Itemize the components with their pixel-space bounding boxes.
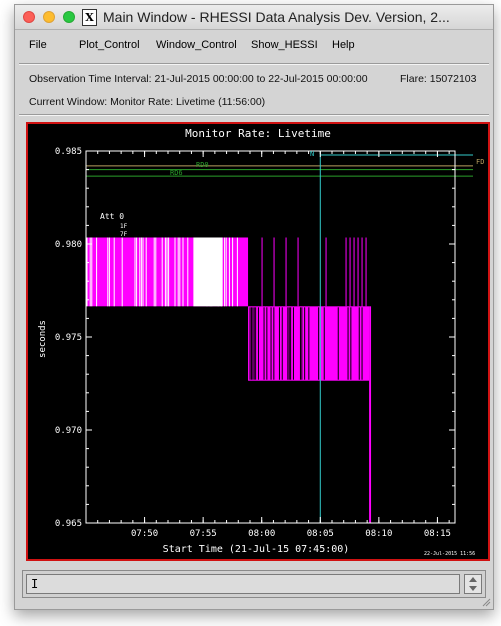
- menu-window-control[interactable]: Window_Control: [156, 39, 237, 51]
- chart-title: Monitor Rate: Livetime: [185, 127, 331, 140]
- plot-timestamp: 22-Jul-2015 11:56: [424, 551, 475, 557]
- x-tick-label: 08:15: [424, 529, 451, 539]
- y-tick-label: 0.975: [55, 333, 82, 343]
- att-1f-label: 1F: [120, 223, 128, 230]
- scroll-down-icon[interactable]: [469, 586, 477, 591]
- livetime-chart[interactable]: 0.965 0.970 0.975 0.980 0.985 07:50 07:55 08:00…: [28, 124, 488, 559]
- x11-icon: X: [82, 9, 97, 26]
- menu-bar: File Plot_Control Window_Control Show_HE…: [15, 37, 493, 55]
- resize-grip-icon[interactable]: [481, 597, 491, 607]
- x-tick-label: 07:50: [131, 529, 158, 539]
- current-window-label: Current Window: Monitor Rate: Livetime (…: [29, 96, 266, 108]
- livetime-band-2: [369, 306, 372, 523]
- x-tick-label: 08:05: [307, 529, 334, 539]
- scroll-up-icon[interactable]: [469, 577, 477, 582]
- command-scrollbar[interactable]: [464, 574, 482, 594]
- title-bar[interactable]: X Main Window - RHESSI Data Analysis Dev…: [15, 5, 493, 30]
- att-7f-label: 7F: [120, 231, 128, 238]
- menu-show-hessi[interactable]: Show_HESSI: [251, 39, 318, 51]
- y-tick-label: 0.965: [55, 519, 82, 529]
- x-axis-label: Start Time (21-Jul-15 07:45:00): [163, 544, 350, 555]
- rd6-label: RD6: [170, 169, 183, 177]
- minimize-button[interactable]: [43, 11, 55, 23]
- att-label: Att 0: [100, 212, 124, 221]
- close-button[interactable]: [23, 11, 35, 23]
- menu-help[interactable]: Help: [332, 39, 355, 51]
- plot-frame[interactable]: 0.965 0.970 0.975 0.980 0.985 07:50 07:55 08:00…: [26, 122, 490, 561]
- fd-label: FD: [476, 158, 484, 166]
- window-title: Main Window - RHESSI Data Analysis Dev. …: [103, 9, 450, 25]
- command-area: I: [22, 570, 486, 598]
- main-window: X Main Window - RHESSI Data Analysis Dev…: [14, 4, 494, 610]
- menu-plot-control[interactable]: Plot_Control: [79, 39, 140, 51]
- y-tick-label: 0.985: [55, 147, 82, 157]
- livetime-block: [193, 237, 223, 307]
- y-tick-label: 0.980: [55, 240, 82, 250]
- command-input[interactable]: I: [26, 574, 460, 594]
- divider: [19, 114, 489, 116]
- zoom-button[interactable]: [63, 11, 75, 23]
- x-tick-label: 08:00: [248, 529, 275, 539]
- y-axis-label: seconds: [38, 320, 48, 358]
- divider: [19, 63, 489, 65]
- flare-id: Flare: 15072103: [400, 73, 477, 85]
- x-tick-label: 07:55: [190, 529, 217, 539]
- x-tick-label: 08:10: [365, 529, 392, 539]
- rd0-label: RD0: [196, 161, 209, 169]
- n-marker-label: N: [310, 150, 314, 158]
- y-tick-label: 0.970: [55, 426, 82, 436]
- menu-file[interactable]: File: [29, 39, 47, 51]
- observation-interval: Observation Time Interval: 21-Jul-2015 0…: [29, 73, 368, 85]
